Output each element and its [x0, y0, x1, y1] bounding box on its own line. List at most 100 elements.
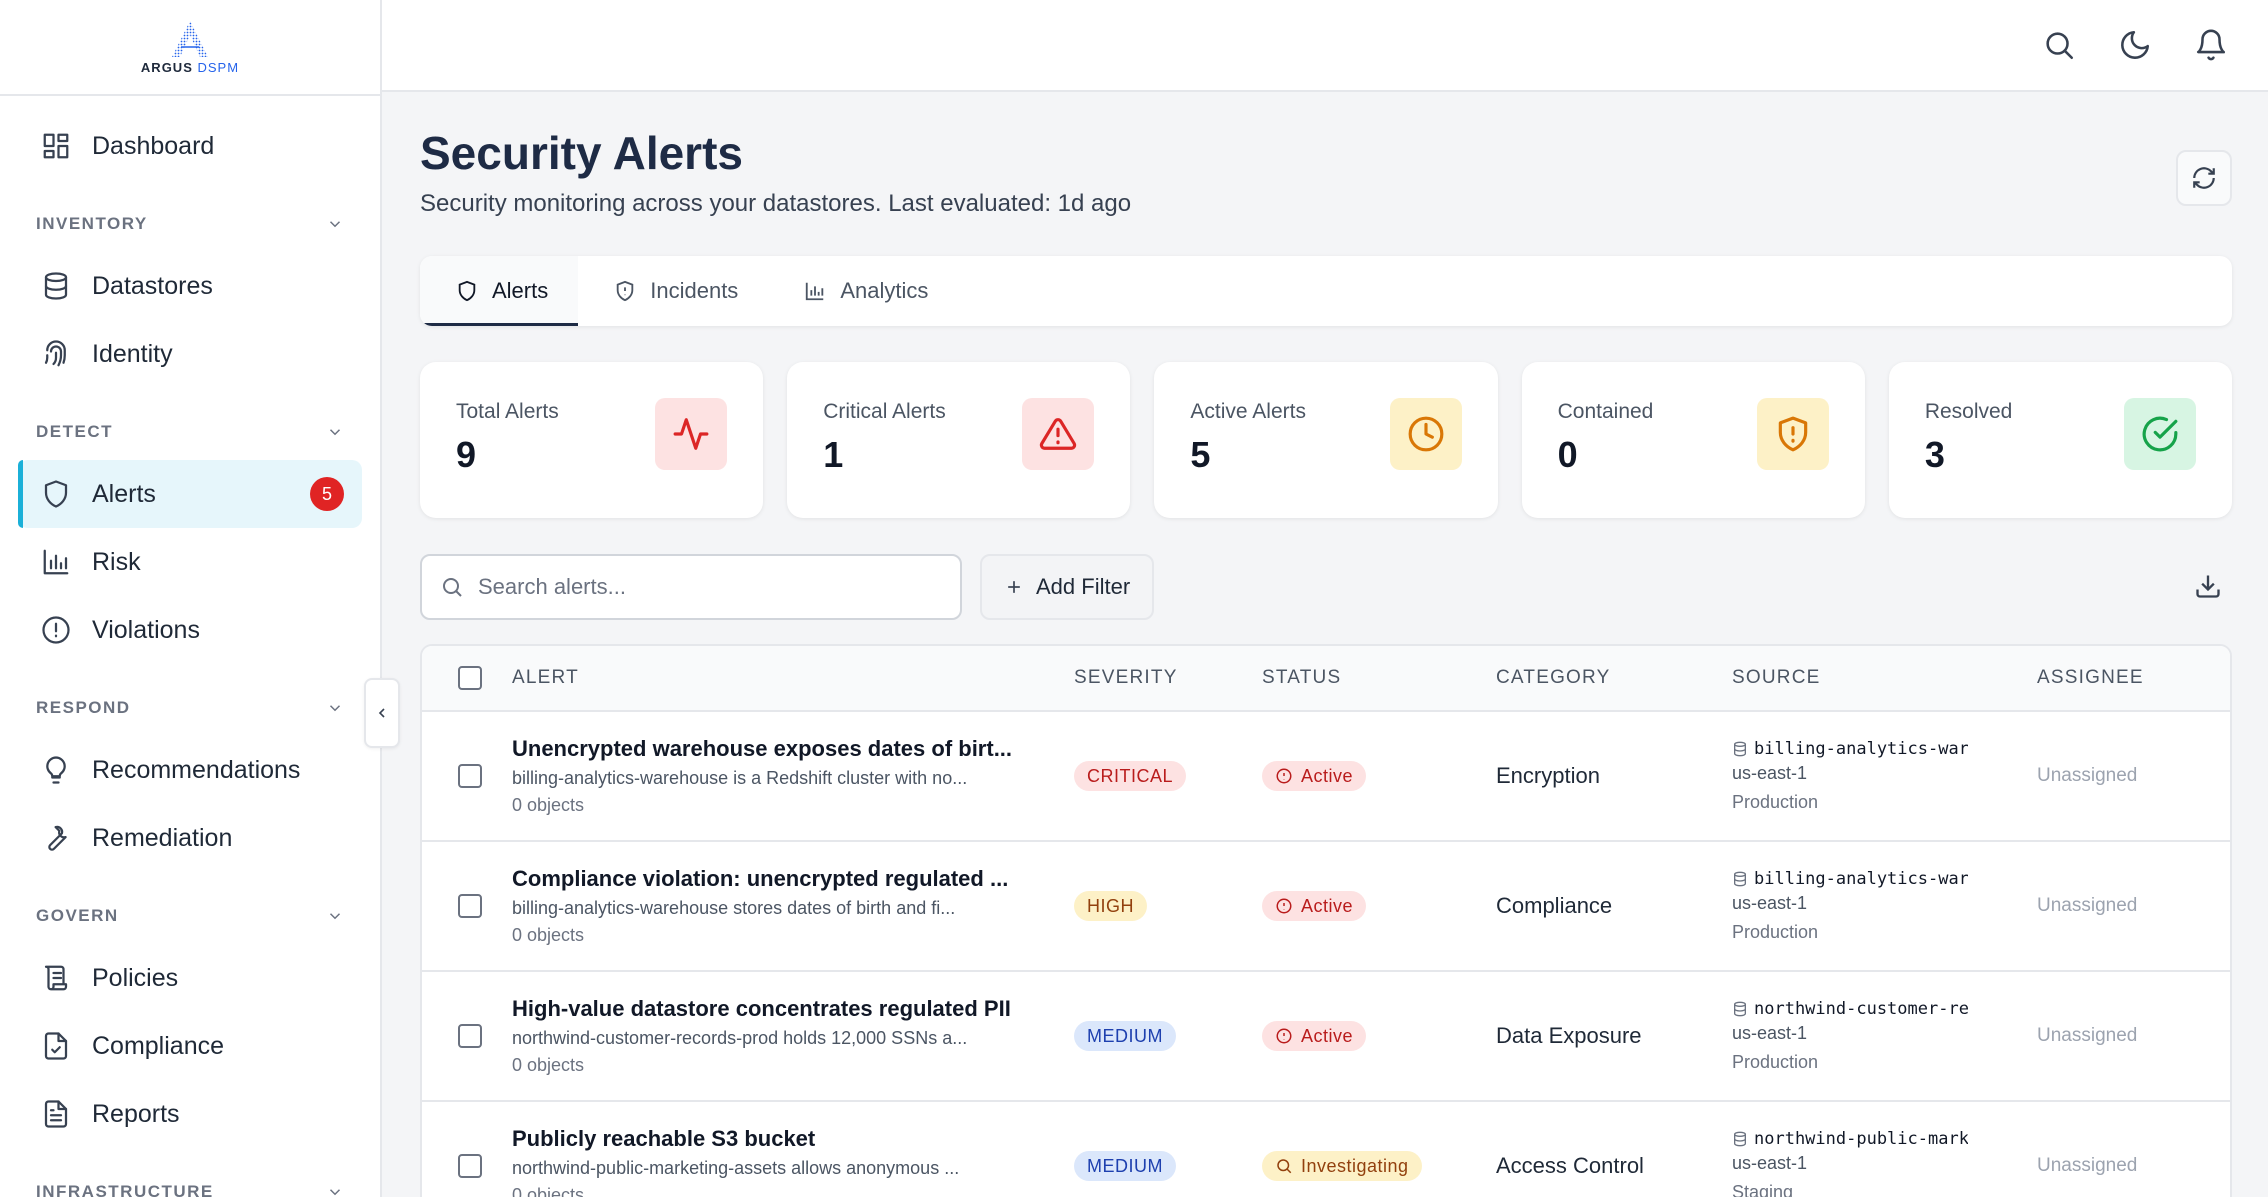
- source-region: us-east-1: [1732, 893, 1808, 913]
- tab-analytics[interactable]: Analytics: [768, 256, 958, 326]
- search-icon: [1277, 1159, 1292, 1174]
- row-checkbox[interactable]: [458, 1024, 482, 1048]
- source-environment: Production: [1732, 922, 1819, 942]
- row-checkbox[interactable]: [458, 894, 482, 918]
- stat-card-contained: Contained 0: [1521, 362, 1865, 518]
- column-header-assignee[interactable]: ASSIGNEE: [2037, 667, 2230, 689]
- section-inventory[interactable]: INVENTORY: [36, 204, 344, 244]
- bell-icon[interactable]: [2194, 28, 2228, 62]
- table-row[interactable]: Publicly reachable S3 bucket northwind-p…: [422, 1102, 2230, 1197]
- alert-objects: 0 objects: [512, 795, 585, 815]
- source-name[interactable]: billing-analytics-ware: [1732, 739, 1968, 759]
- alert-circle-icon: [1276, 768, 1292, 784]
- tab-bar: Alerts Incidents Analytics: [420, 256, 2232, 326]
- row-checkbox[interactable]: [458, 1154, 482, 1178]
- search-input[interactable]: [478, 574, 928, 600]
- logo[interactable]: ARGUS DSPM: [0, 0, 380, 96]
- shield-icon: [458, 280, 476, 302]
- sidebar-item-remediation[interactable]: Remediation: [18, 804, 362, 872]
- alert-objects: 0 objects: [512, 925, 585, 945]
- tab-alerts[interactable]: Alerts: [420, 256, 579, 326]
- source-region: us-east-1: [1732, 1153, 1808, 1173]
- sidebar-item-risk[interactable]: Risk: [18, 528, 362, 596]
- alert-circle-icon: [1276, 1028, 1292, 1044]
- database-icon: [1734, 1001, 1746, 1017]
- sidebar-item-label: Risk: [92, 547, 141, 576]
- source-environment: Production: [1732, 1052, 1819, 1072]
- page-title: Security Alerts: [420, 127, 743, 179]
- table-row[interactable]: Unencrypted warehouse exposes dates of b…: [422, 712, 2230, 842]
- section-infrastructure[interactable]: INFRASTRUCTURE: [36, 1172, 344, 1197]
- section-govern[interactable]: GOVERN: [36, 896, 344, 936]
- database-icon: [40, 270, 72, 302]
- assignee[interactable]: Unassigned: [2037, 765, 2137, 786]
- source-environment: Production: [1732, 792, 1819, 812]
- category: Encryption: [1496, 763, 1600, 788]
- activity-icon: [655, 398, 728, 470]
- shield-icon: [40, 478, 72, 510]
- section-respond[interactable]: RESPOND: [36, 688, 344, 728]
- sidebar-item-label: Recommendations: [92, 755, 301, 784]
- alert-title[interactable]: High-value datastore concentrates regula…: [512, 996, 1054, 1022]
- row-checkbox[interactable]: [458, 764, 482, 788]
- shield-alert-icon: [1756, 398, 1829, 470]
- alert-description: northwind-customer-records-prod holds 12…: [512, 1028, 968, 1048]
- database-icon: [1734, 741, 1746, 757]
- sidebar-item-policies[interactable]: Policies: [18, 944, 362, 1012]
- sidebar-item-violations[interactable]: Violations: [18, 596, 362, 664]
- source-name[interactable]: northwind-customer-rec: [1732, 999, 1968, 1019]
- brand-name: ARGUS DSPM: [140, 60, 240, 75]
- database-icon: [1734, 871, 1746, 887]
- sidebar-item-dashboard[interactable]: Dashboard: [18, 112, 362, 180]
- column-header-status[interactable]: STATUS: [1262, 667, 1496, 689]
- collapse-sidebar-button[interactable]: [364, 678, 400, 748]
- tab-incidents[interactable]: Incidents: [578, 256, 768, 326]
- moon-icon[interactable]: [2118, 28, 2152, 62]
- sidebar-item-alerts[interactable]: Alerts 5: [18, 460, 362, 528]
- table-row[interactable]: Compliance violation: unencrypted regula…: [422, 842, 2230, 972]
- source-name[interactable]: billing-analytics-ware: [1732, 869, 1968, 889]
- alert-title[interactable]: Unencrypted warehouse exposes dates of b…: [512, 736, 1054, 762]
- warning-icon: [1022, 398, 1095, 470]
- main-content: Security Alerts Security monitoring acro…: [420, 92, 2233, 1197]
- sidebar-item-label: Violations: [92, 615, 200, 644]
- column-header-source[interactable]: SOURCE: [1732, 667, 2037, 689]
- argus-logo-icon: [172, 21, 208, 57]
- sidebar-item-compliance[interactable]: Compliance: [18, 1012, 362, 1080]
- sidebar-item-recommendations[interactable]: Recommendations: [18, 736, 362, 804]
- chevron-down-icon: [329, 221, 341, 228]
- sidebar-item-reports[interactable]: Reports: [18, 1080, 362, 1148]
- refresh-icon: [2193, 167, 2215, 189]
- alert-title[interactable]: Compliance violation: unencrypted regula…: [512, 866, 1054, 892]
- assignee[interactable]: Unassigned: [2037, 1025, 2137, 1046]
- column-header-severity[interactable]: SEVERITY: [1074, 667, 1262, 689]
- column-header-alert[interactable]: ALERT: [512, 667, 1074, 689]
- alert-title[interactable]: Publicly reachable S3 bucket: [512, 1126, 1054, 1152]
- sidebar-item-datastores[interactable]: Datastores: [18, 252, 362, 320]
- assignee[interactable]: Unassigned: [2037, 1155, 2137, 1176]
- clock-icon: [1389, 398, 1462, 470]
- download-button[interactable]: [2194, 572, 2222, 605]
- stat-card-resolved: Resolved 3: [1888, 362, 2233, 518]
- chevron-left-icon: [378, 708, 385, 718]
- sidebar-item-label: Compliance: [92, 1031, 225, 1060]
- bar-chart-icon: [40, 546, 72, 578]
- sidebar-item-identity[interactable]: Identity: [18, 320, 362, 388]
- file-text-icon: [40, 1098, 72, 1130]
- download-icon: [2196, 575, 2220, 598]
- search-icon[interactable]: [2042, 28, 2076, 62]
- assignee[interactable]: Unassigned: [2037, 895, 2137, 916]
- stat-card-total-alerts: Total Alerts 9: [420, 362, 764, 518]
- status-badge: Investigating: [1262, 1151, 1422, 1181]
- source-environment: Staging: [1732, 1182, 1794, 1197]
- select-all-checkbox[interactable]: [458, 666, 482, 690]
- stat-card-critical-alerts: Critical Alerts 1: [787, 362, 1131, 518]
- section-detect[interactable]: DETECT: [36, 412, 344, 452]
- severity-badge: HIGH: [1074, 891, 1147, 921]
- column-header-category[interactable]: CATEGORY: [1496, 667, 1732, 689]
- refresh-button[interactable]: [2176, 150, 2232, 206]
- source-region: us-east-1: [1732, 763, 1808, 783]
- add-filter-button[interactable]: Add Filter: [980, 554, 1155, 620]
- source-name[interactable]: northwind-public-marke: [1732, 1129, 1968, 1149]
- table-row[interactable]: High-value datastore concentrates regula…: [422, 972, 2230, 1102]
